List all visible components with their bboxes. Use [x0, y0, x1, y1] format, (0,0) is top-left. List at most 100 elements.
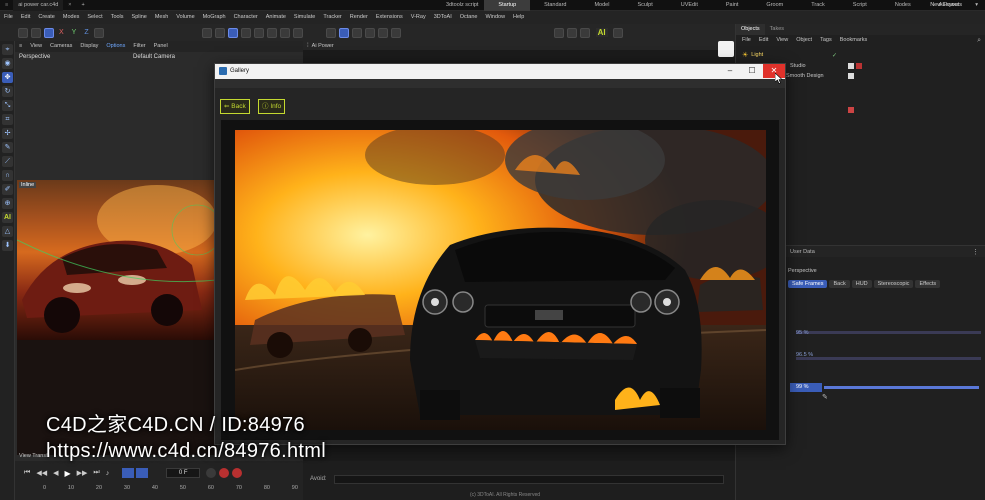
attributes-more-icon[interactable]: ⋮: [972, 248, 979, 256]
list-item[interactable]: ☀ Light ✓: [742, 50, 982, 60]
subdivision-icon[interactable]: [228, 27, 239, 38]
prev-frame-icon[interactable]: ◀: [53, 469, 58, 477]
select-tool-icon[interactable]: ⌖: [2, 44, 13, 55]
menu-edit[interactable]: Edit: [17, 11, 34, 24]
tab-back[interactable]: Back: [829, 280, 850, 288]
ai-tool-icon[interactable]: AI: [2, 212, 13, 223]
generated-image[interactable]: [235, 130, 766, 430]
value-field-3[interactable]: 99 %: [796, 384, 809, 390]
menu-render[interactable]: Render: [346, 11, 372, 24]
render-region-icon[interactable]: [378, 27, 389, 38]
axis-y-toggle[interactable]: Y: [72, 29, 77, 36]
doc-tab[interactable]: ai power car.c4d: [13, 0, 64, 11]
value-field-2[interactable]: 96.5 %: [796, 352, 813, 358]
layout-tab-3dtoolz-script[interactable]: 3dtoolz script: [440, 0, 484, 11]
layout-tab-model[interactable]: Model: [580, 0, 623, 11]
paint-icon[interactable]: ✐: [2, 184, 13, 195]
knife-icon[interactable]: ⟋: [2, 156, 13, 167]
menu-file[interactable]: File: [0, 11, 17, 24]
play-icon[interactable]: ▶: [64, 469, 70, 478]
viewport-menu-display[interactable]: Display: [76, 41, 102, 52]
eyedropper-icon[interactable]: ✎: [822, 393, 828, 401]
go-end-icon[interactable]: ⏭: [93, 469, 99, 477]
texture-mode-icon[interactable]: [391, 27, 402, 38]
plugin-icon[interactable]: [613, 27, 624, 38]
value-field-1[interactable]: 95 %: [796, 330, 809, 336]
keyframe-record-icon[interactable]: [232, 468, 243, 478]
visibility-check-icon[interactable]: ✓: [832, 52, 837, 59]
layout-tab-groom[interactable]: Groom: [752, 0, 797, 11]
points-mode-icon[interactable]: [365, 27, 376, 38]
viewport-menu-cameras[interactable]: Cameras: [46, 41, 76, 52]
minimize-button[interactable]: –: [719, 64, 741, 78]
go-start-icon[interactable]: ⏮: [24, 469, 30, 477]
workplane-icon[interactable]: [339, 27, 350, 38]
material-tag-icon[interactable]: [848, 63, 854, 69]
tab-effects[interactable]: Effects: [915, 280, 941, 288]
undo-icon[interactable]: [17, 27, 28, 38]
snap-icon[interactable]: [326, 27, 337, 38]
layout-tab-paint[interactable]: Paint: [712, 0, 753, 11]
objects-menu-object[interactable]: Object: [792, 35, 816, 46]
menu-modes[interactable]: Modes: [59, 11, 84, 24]
objects-menu-tags[interactable]: Tags: [816, 35, 836, 46]
viewport-menu-view[interactable]: View: [26, 41, 46, 52]
layout-tab-uvedit[interactable]: UVEdit: [667, 0, 712, 11]
layout-tab-nodes[interactable]: Nodes: [881, 0, 925, 11]
value-slider-3[interactable]: [824, 386, 979, 389]
magnet-icon[interactable]: ∩: [2, 170, 13, 181]
axis-z-toggle[interactable]: Z: [84, 29, 88, 36]
cube-icon[interactable]: [202, 27, 213, 38]
value-slider-2[interactable]: [796, 357, 981, 360]
live-select-icon[interactable]: ◉: [2, 58, 13, 69]
coord-system-icon[interactable]: [94, 27, 105, 38]
menu-v-ray[interactable]: V-Ray: [407, 11, 430, 24]
value-slider-1[interactable]: [796, 331, 981, 334]
objects-menu-edit[interactable]: Edit: [755, 35, 772, 46]
next-frame-icon[interactable]: ▶▶: [77, 469, 88, 477]
viewport-menu-panel[interactable]: Panel: [150, 41, 172, 52]
frame-field[interactable]: 0 F: [166, 468, 201, 478]
autokey-icon[interactable]: [136, 468, 149, 478]
render-view-icon[interactable]: [554, 27, 565, 38]
menu-mograph[interactable]: MoGraph: [199, 11, 230, 24]
menu-select[interactable]: Select: [83, 11, 106, 24]
objects-menu-view[interactable]: View: [772, 35, 792, 46]
model-mode-icon[interactable]: [352, 27, 363, 38]
record-icon[interactable]: [206, 468, 217, 478]
ai-power-side-button[interactable]: [718, 41, 734, 57]
layout-tab-standard[interactable]: Standard: [530, 0, 580, 11]
material-tag-icon[interactable]: [848, 107, 854, 113]
render-picture-viewer-icon[interactable]: [567, 27, 578, 38]
timeline-ruler[interactable]: 0 10 20 30 40 50 60 70 80 90: [43, 485, 298, 491]
layouts-dropdown[interactable]: New Layouts: [925, 0, 967, 11]
tab-objects[interactable]: Objects: [736, 24, 765, 35]
download-icon[interactable]: ⬇: [2, 240, 13, 251]
sound-icon[interactable]: ♪: [106, 470, 110, 477]
layout-tab-startup[interactable]: Startup: [484, 0, 531, 11]
ai-power-button[interactable]: AI: [595, 28, 608, 37]
layouts-chevron-icon[interactable]: ▾: [970, 0, 983, 11]
rotate-icon[interactable]: ↻: [2, 86, 13, 97]
menu-help[interactable]: Help: [509, 11, 528, 24]
maximize-button[interactable]: ☐: [741, 64, 763, 78]
menu-volume[interactable]: Volume: [172, 11, 198, 24]
prev-key-icon[interactable]: ◀◀: [36, 469, 47, 477]
tab-stereoscopic[interactable]: Stereoscopic: [873, 280, 914, 288]
sculpt-icon[interactable]: ⊕: [2, 198, 13, 209]
menu-tracker[interactable]: Tracker: [319, 11, 345, 24]
menu-window[interactable]: Window: [481, 11, 509, 24]
cloner-icon[interactable]: [241, 27, 252, 38]
menu-character[interactable]: Character: [230, 11, 262, 24]
menu-tools[interactable]: Tools: [107, 11, 128, 24]
brush-icon[interactable]: ✎: [2, 142, 13, 153]
menu-animate[interactable]: Animate: [262, 11, 290, 24]
axis-x-toggle[interactable]: X: [59, 29, 64, 36]
tab-takes[interactable]: Takes: [765, 24, 789, 35]
info-button[interactable]: ⓘ Info: [258, 99, 286, 114]
move-tool-icon[interactable]: [43, 27, 54, 38]
viewport-menu-options[interactable]: Options: [102, 41, 129, 52]
menu-extensions[interactable]: Extensions: [372, 11, 407, 24]
tab-safe-frames[interactable]: Safe Frames: [788, 280, 828, 288]
objects-menu-bookmarks[interactable]: Bookmarks: [836, 35, 872, 46]
